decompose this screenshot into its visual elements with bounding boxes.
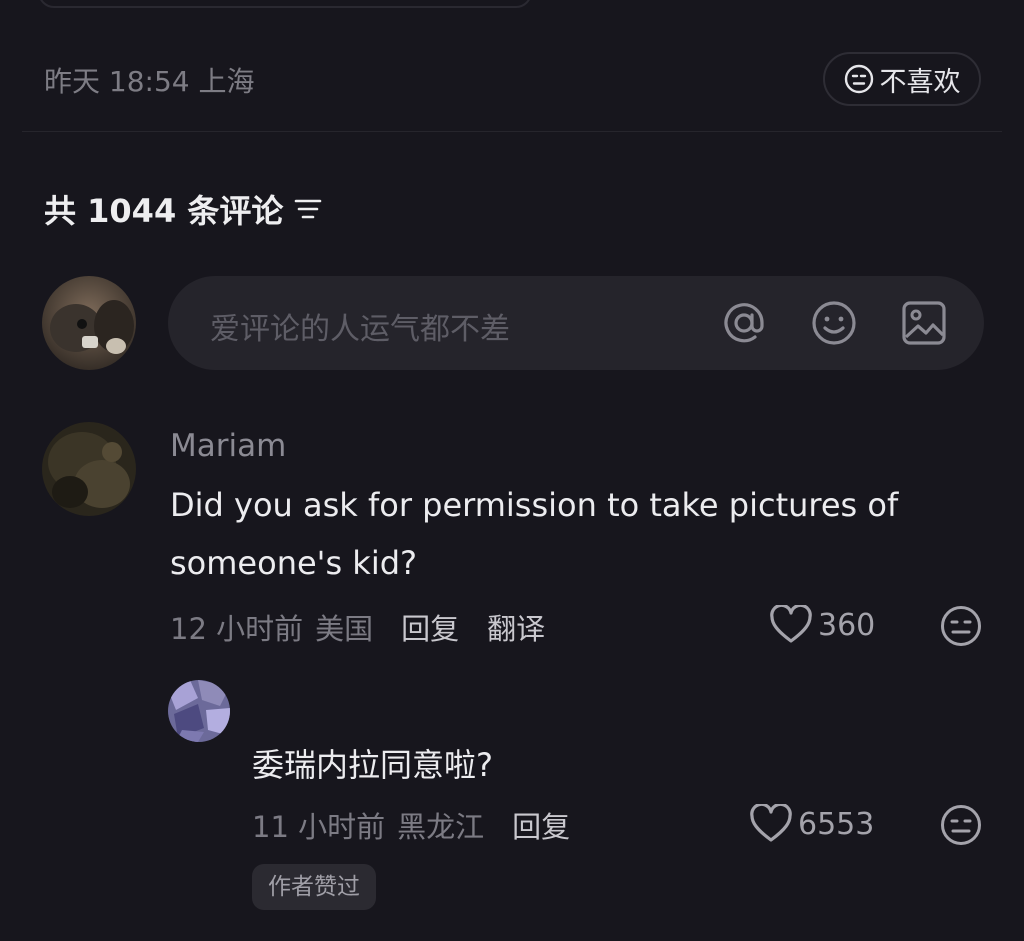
- emoji-icon[interactable]: [810, 299, 858, 347]
- translate-button[interactable]: 翻译: [487, 606, 545, 648]
- dislike-face-icon[interactable]: [940, 605, 982, 647]
- reply-button[interactable]: 回复: [512, 804, 570, 846]
- divider: [22, 131, 1002, 132]
- replier-avatar[interactable]: [168, 680, 230, 742]
- reply-like-button[interactable]: 6553: [750, 804, 874, 844]
- reply-button[interactable]: 回复: [401, 606, 459, 648]
- reply-text: 委瑞内拉同意啦?: [252, 746, 493, 784]
- comments-header: 共 1044 条评论: [44, 186, 323, 232]
- post-location: 上海: [198, 65, 255, 98]
- reply-like-count: 6553: [798, 806, 875, 842]
- comment-meta-row: 12 小时前 美国 回复 翻译: [170, 606, 545, 648]
- dislike-face-icon[interactable]: [940, 804, 982, 846]
- dislike-label: 不喜欢: [879, 66, 961, 98]
- comment-input-placeholder: 爱评论的人运气都不差: [210, 312, 510, 347]
- current-user-avatar[interactable]: [42, 276, 136, 370]
- neutral-face-icon: [844, 64, 873, 94]
- reply-meta-row: 11 小时前 黑龙江 回复: [252, 804, 570, 846]
- heart-icon: [770, 605, 812, 643]
- commenter-username[interactable]: Mariam: [170, 428, 286, 464]
- post-meta: 昨天 18:54 上海: [44, 60, 255, 100]
- comment-text-line: Did you ask for permission to take pictu…: [170, 486, 899, 524]
- image-icon[interactable]: [900, 299, 948, 347]
- like-count: 360: [818, 607, 876, 643]
- post-date: 昨天 18:54: [44, 65, 190, 98]
- filter-lines-icon[interactable]: [293, 196, 323, 222]
- like-button[interactable]: 360: [770, 605, 875, 645]
- top-input-pill: [38, 0, 532, 8]
- dislike-button[interactable]: 不喜欢: [823, 52, 981, 106]
- comment-time: 12 小时前: [170, 612, 304, 646]
- comment-location: 美国: [315, 612, 374, 646]
- reply-time: 11 小时前: [252, 810, 386, 844]
- author-liked-badge: 作者赞过: [252, 864, 376, 910]
- reply-location: 黑龙江: [397, 810, 485, 844]
- comment-text-line: someone's kid?: [170, 544, 418, 582]
- at-icon[interactable]: [720, 299, 768, 347]
- comment-text: Did you ask for permission to take pictu…: [170, 476, 990, 592]
- commenter-avatar[interactable]: [42, 422, 136, 516]
- comment-input[interactable]: 爱评论的人运气都不差: [168, 276, 984, 370]
- heart-icon: [750, 804, 792, 842]
- comment-count: 共 1044 条评论: [44, 192, 284, 230]
